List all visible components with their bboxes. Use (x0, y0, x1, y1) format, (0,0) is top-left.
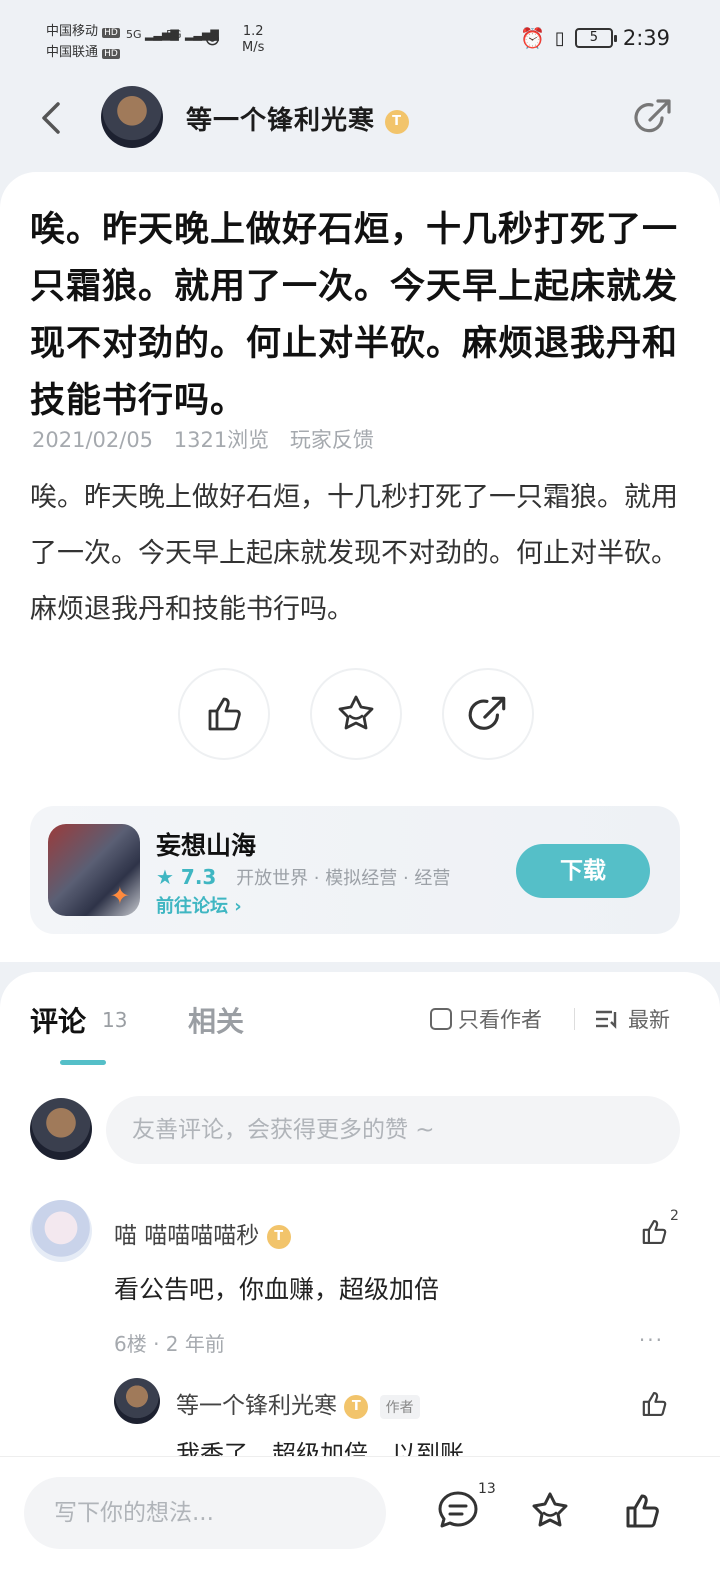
post-meta: 2021/02/05 1321浏览 玩家反馈 (32, 424, 388, 454)
my-avatar[interactable] (30, 1098, 92, 1160)
network-speed: 1.2 M/s (242, 24, 265, 55)
like-button[interactable] (178, 668, 270, 760)
commenter-avatar[interactable] (30, 1200, 92, 1262)
sort-label: 最新 (628, 1008, 670, 1032)
star-icon: ★ (156, 865, 174, 889)
more-options-icon[interactable]: ··· (639, 1328, 664, 1352)
star-icon (338, 695, 374, 730)
tab-related[interactable]: 相关 (188, 1000, 244, 1040)
battery-indicator: 5 (574, 28, 617, 48)
post-actions (178, 668, 534, 760)
thought-input[interactable]: 写下你的想法... (24, 1477, 386, 1549)
commenter-name[interactable]: 喵 喵喵喵喵秒 T (114, 1216, 291, 1250)
clock: 2:39 (622, 26, 670, 50)
level-badge-icon: T (344, 1394, 369, 1419)
back-arrow-icon[interactable] (36, 98, 70, 138)
tab-comments[interactable]: 评论 (30, 1000, 86, 1040)
level-badge-icon: T (385, 109, 410, 134)
author-avatar[interactable] (101, 86, 163, 148)
game-icon[interactable] (48, 824, 140, 916)
share-button[interactable] (442, 668, 534, 760)
favorite-button[interactable] (310, 668, 402, 760)
sort-button[interactable]: 最新 (594, 1004, 670, 1034)
author-name[interactable]: 等一个锋利光寒 T (186, 100, 410, 137)
only-author-label: 只看作者 (458, 1008, 542, 1032)
game-score: 7.3 (180, 865, 217, 889)
comment-count-badge: 13 (478, 1481, 496, 1497)
hotspot-icon: ⊚ (204, 26, 221, 50)
thumbs-up-icon (208, 697, 241, 731)
sort-icon (596, 1010, 617, 1029)
carrier-info: 中国移动 HD 中国联通 HD (46, 22, 120, 64)
comment-bubble-icon[interactable] (436, 1489, 480, 1533)
post-views: 1321浏览 (173, 428, 270, 452)
only-author-toggle[interactable]: 只看作者 (430, 1004, 542, 1034)
post-header: 等一个锋利光寒 T (0, 84, 720, 154)
thumbs-up-icon[interactable] (638, 1388, 670, 1420)
active-tab-indicator (60, 1060, 106, 1065)
share-icon (468, 696, 506, 730)
comment-meta: 6楼 · 2 年前 (114, 1332, 225, 1356)
level-badge-icon: T (266, 1224, 291, 1249)
star-icon[interactable] (528, 1489, 572, 1533)
carrier-1: 中国移动 (46, 24, 99, 39)
post-title: 唉。昨天晚上做好石烜，十几秒打死了一只霜狼。就用了一次。今天早上起床就发现不对劲… (30, 210, 679, 421)
vibrate-icon: ▯ (554, 27, 565, 49)
hd-label: HD (102, 28, 120, 38)
post-card: 唉。昨天晚上做好石烜，十几秒打死了一只霜狼。就用了一次。今天早上起床就发现不对劲… (0, 172, 720, 962)
download-button[interactable]: 下载 (516, 844, 650, 898)
bottom-bar: 写下你的想法... 13 (0, 1456, 720, 1588)
post-body: 唉。昨天晚上做好石烜，十几秒打死了一只霜狼。就用了一次。今天早上起床就发现不对劲… (30, 482, 678, 625)
divider (574, 1008, 575, 1030)
hd-label: HD (102, 49, 120, 59)
reply-avatar[interactable] (114, 1378, 160, 1424)
comment-text: 看公告吧，你血赚，超级加倍 (114, 1275, 440, 1304)
status-bar: 中国移动 HD 中国联通 HD 5G ▂▃▅▇ 5G ▂▃▅▇ ⊚ 1.2 M/… (0, 0, 720, 80)
post-category[interactable]: 玩家反馈 (290, 428, 374, 452)
post-date: 2021/02/05 (32, 428, 154, 452)
thumbs-up-icon[interactable] (638, 1216, 670, 1248)
comment-count: 13 (102, 1008, 128, 1032)
share-icon[interactable] (632, 96, 674, 138)
carrier-2: 中国联通 (46, 45, 99, 60)
comment-like-count: 2 (670, 1208, 679, 1224)
game-rating: ★ 7.3 开放世界 · 模拟经营 · 经营 (156, 864, 450, 890)
forum-link[interactable]: 前往论坛 › (156, 892, 242, 918)
game-name: 妄想山海 (156, 831, 257, 860)
alarm-icon: ⏰ (520, 26, 545, 50)
thumbs-up-icon[interactable] (620, 1489, 664, 1533)
author-tag: 作者 (379, 1394, 420, 1419)
checkbox-icon[interactable] (430, 1008, 452, 1030)
reply-author-name[interactable]: 等一个锋利光寒 T 作者 (176, 1386, 420, 1420)
game-card[interactable]: 妄想山海 ★ 7.3 开放世界 · 模拟经营 · 经营 前往论坛 › 下载 (30, 806, 680, 934)
comment-input[interactable]: 友善评论，会获得更多的赞 ~ (106, 1096, 680, 1164)
game-tags: 开放世界 · 模拟经营 · 经营 (236, 868, 451, 889)
